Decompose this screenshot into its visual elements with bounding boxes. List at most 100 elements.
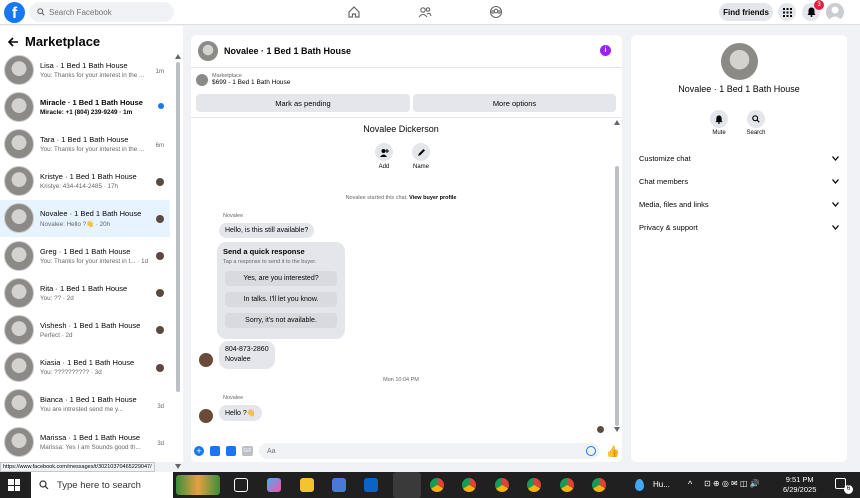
tray-chevron-icon[interactable]: ^ — [688, 479, 692, 489]
media-files-row[interactable]: Media, files and links — [639, 200, 839, 209]
conversation-item[interactable]: Lisa · 1 Bed 1 Bath House You: Thanks for… — [0, 51, 170, 88]
pencil-icon — [417, 148, 425, 156]
conversation-item[interactable]: Greg · 1 Bed 1 Bath House You: Thanks for… — [0, 237, 170, 274]
store-icon[interactable] — [332, 478, 346, 492]
add-person-icon — [379, 148, 389, 157]
menu-button[interactable] — [778, 3, 796, 21]
emoji-icon[interactable] — [586, 446, 596, 456]
chevron-down-icon — [832, 202, 839, 207]
conversation-text: Rita · 1 Bed 1 Bath House You: ?? · 2d — [40, 284, 158, 302]
conversation-time: 6m — [155, 143, 164, 150]
info-icon[interactable]: i — [600, 45, 611, 56]
sticker-icon[interactable] — [226, 446, 236, 456]
notifications-button[interactable]: 3 — [802, 0, 824, 21]
copilot-icon[interactable] — [267, 478, 281, 492]
privacy-support-row[interactable]: Privacy & support — [639, 223, 839, 232]
nickname-button[interactable]: Name — [406, 143, 436, 170]
message-bubble-phone[interactable]: 804-873-2860 Novalee — [219, 341, 275, 369]
mark-pending-button[interactable]: Mark as pending — [196, 94, 410, 112]
chrome-icon[interactable] — [495, 478, 509, 492]
listing-title: $699 - 1 Bed 1 Bath House — [212, 79, 291, 86]
chrome-icon[interactable] — [462, 478, 476, 492]
conversation-item[interactable]: Kiasia · 1 Bed 1 Bath House You: ????????… — [0, 349, 170, 386]
plus-icon[interactable]: + — [194, 446, 204, 456]
home-icon[interactable] — [347, 5, 361, 19]
marketplace-sidebar: Marketplace Lisa · 1 Bed 1 Bath House You… — [0, 26, 183, 469]
quick-reply-yes[interactable]: Yes, are you interested? — [225, 271, 337, 286]
message-bubble[interactable]: Hello, is this still available? — [219, 223, 315, 238]
conversation-item[interactable]: Novalee · 1 Bed 1 Bath House Novalee: Hel… — [0, 199, 170, 237]
conversation-item[interactable]: Tara · 1 Bed 1 Bath House You: Thanks for… — [0, 125, 170, 162]
file-explorer-icon[interactable] — [300, 478, 314, 492]
chat-scroll-down-icon[interactable] — [614, 427, 620, 432]
started-text: Novalee started this chat. — [345, 195, 408, 201]
conversation-item[interactable]: Marissa · 1 Bed 1 Bath House Marissa: Yes… — [0, 423, 170, 460]
chat-avatar[interactable] — [198, 41, 218, 61]
taskbar-search-box[interactable]: Type here to search — [31, 472, 173, 498]
conversation-meta — [158, 103, 164, 110]
tray-icons[interactable]: ⊡ ⊕ ◎ ✉ ◫ 🔊 — [704, 479, 760, 488]
link-status-url: https://www.facebook.com/messages/t/3021… — [0, 462, 155, 472]
search-input[interactable] — [49, 7, 159, 17]
conversation-item[interactable]: Rita · 1 Bed 1 Bath House You: ?? · 2d — [0, 274, 170, 311]
conversation-avatar — [4, 128, 34, 159]
view-buyer-profile-link[interactable]: View buyer profile — [409, 195, 456, 201]
conversation-details-panel: Novalee · 1 Bed 1 Bath House Mute Search… — [631, 35, 847, 462]
mute-button[interactable]: Mute — [704, 110, 734, 136]
weather-label[interactable]: Hu... — [653, 480, 670, 489]
customize-chat-row[interactable]: Customize chat — [639, 154, 839, 163]
message-input[interactable] — [259, 443, 599, 459]
listing-info[interactable]: Marketplace $699 - 1 Bed 1 Bath House — [196, 73, 290, 86]
back-arrow-icon[interactable] — [8, 36, 19, 47]
scroll-down-icon[interactable] — [175, 464, 181, 469]
message-bubble-hello[interactable]: Hello ?👋 — [219, 405, 262, 421]
system-clock[interactable]: 9:51 PM 6/29/2025 — [783, 475, 816, 495]
more-options-button[interactable]: More options — [413, 94, 616, 112]
search-chat-button[interactable]: Search — [741, 110, 771, 136]
details-avatar[interactable] — [721, 43, 758, 80]
humidity-weather-icon[interactable] — [635, 479, 644, 491]
conversation-name: Tara · 1 Bed 1 Bath House — [40, 134, 129, 144]
quick-reply-not-available[interactable]: Sorry, it's not available. — [225, 313, 337, 328]
sidebar-header: Marketplace — [8, 34, 100, 49]
active-app-icon[interactable] — [393, 472, 421, 498]
conversation-item[interactable]: Kristye · 1 Bed 1 Bath House Kristye: 434… — [0, 163, 170, 200]
chat-scrollbar[interactable] — [615, 166, 619, 426]
conversation-text: Lisa · 1 Bed 1 Bath House You: Thanks for… — [40, 61, 158, 79]
chat-members-row[interactable]: Chat members — [639, 177, 839, 186]
photo-icon[interactable] — [210, 446, 220, 456]
unread-indicator — [158, 103, 164, 110]
friends-icon[interactable] — [418, 5, 432, 19]
sidebar-scrollbar[interactable] — [176, 62, 180, 392]
quick-reply-in-talks[interactable]: In talks. I'll let you know. — [225, 292, 337, 307]
search-box[interactable] — [29, 2, 174, 22]
chat-scroll-up-icon[interactable] — [614, 120, 620, 125]
phone-signature: Novalee — [225, 356, 251, 363]
profile-icon — [828, 6, 842, 21]
conversation-item[interactable]: Miracle · 1 Bed 1 Bath House Miracle: +1 … — [0, 88, 170, 125]
scroll-up-icon[interactable] — [175, 54, 181, 59]
task-view-icon[interactable] — [234, 478, 248, 492]
chrome-icon[interactable] — [430, 478, 444, 492]
add-button[interactable]: Add — [369, 143, 399, 170]
outlook-icon[interactable] — [364, 478, 378, 492]
search-label: Search — [746, 130, 766, 136]
chrome-icon[interactable] — [592, 478, 606, 492]
like-icon[interactable]: 👍 — [606, 445, 620, 458]
conversation-item[interactable]: Vishesh · 1 Bed 1 Bath House Perfect · 2d — [0, 311, 170, 348]
chat-title[interactable]: Novalee · 1 Bed 1 Bath House — [224, 46, 351, 56]
chrome-icon[interactable] — [560, 478, 574, 492]
find-friends-button[interactable]: Find friends — [719, 3, 773, 21]
mute-bell-icon — [715, 115, 723, 124]
groups-icon[interactable] — [489, 5, 503, 19]
conversation-text: Bianca · 1 Bed 1 Bath House You are intre… — [40, 395, 158, 413]
news-widget-icon[interactable] — [176, 475, 220, 495]
chrome-icon[interactable] — [527, 478, 541, 492]
account-avatar[interactable] — [826, 3, 844, 21]
windows-start-icon[interactable] — [8, 479, 20, 491]
gif-icon[interactable]: GIF — [242, 446, 253, 456]
conversation-preview: You: ?? · 2d — [40, 294, 74, 302]
name-label: Name — [412, 164, 429, 170]
facebook-logo[interactable]: f — [4, 2, 25, 23]
conversation-item[interactable]: Bianca · 1 Bed 1 Bath House You are intre… — [0, 386, 170, 423]
